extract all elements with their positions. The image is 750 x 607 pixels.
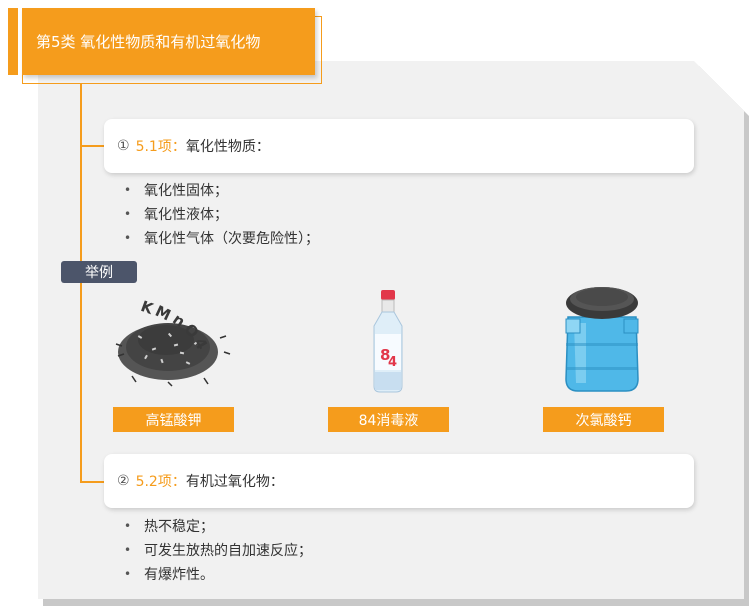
list-item: • 氧化性气体（次要危险性）； (124, 226, 319, 250)
page-title-text: 第5类 氧化性物质和有机过氧化物 (36, 33, 261, 51)
example-item-text: 84消毒液 (358, 412, 419, 429)
section-5-1-header: ① 5.1项： 氧化性物质： (104, 119, 694, 173)
example-tag-label: 举例 (85, 265, 113, 281)
list-item-text: 氧化性液体； (144, 207, 228, 223)
list-item: • 有爆炸性。 (124, 562, 312, 586)
list-item-text: 氧化性气体（次要危险性）； (144, 231, 319, 247)
section-5-1-bullets: • 氧化性固体； • 氧化性液体； • 氧化性气体（次要危险性）； (124, 178, 319, 250)
example-item-label: 高锰酸钾 (113, 407, 234, 432)
section-code: 5.2项： (135, 474, 186, 490)
svg-text:M: M (152, 302, 173, 325)
example-item-text: 次氯酸钙 (575, 412, 632, 429)
calcium-hypochlorite-drum-icon (565, 287, 639, 392)
timeline-connector-2 (80, 481, 104, 483)
section-name: 氧化性物质： (185, 139, 270, 155)
timeline-connector-1 (80, 145, 104, 147)
list-item: • 氧化性固体； (124, 178, 319, 202)
page-title: 第5类 氧化性物质和有机过氧化物 (22, 8, 315, 75)
section-5-2-bullets: • 热不稳定； • 可发生放热的自加速反应； • 有爆炸性。 (124, 514, 312, 586)
section-name: 有机过氧化物： (185, 474, 284, 490)
list-item: • 可发生放热的自加速反应； (124, 538, 312, 562)
list-item: • 氧化性液体； (124, 202, 319, 226)
section-number: ② (117, 473, 130, 489)
list-item-text: 氧化性固体； (144, 183, 228, 199)
potassium-permanganate-pile-icon: K M n O 4 (115, 297, 231, 387)
list-item-text: 有爆炸性。 (144, 567, 214, 583)
timeline-line (80, 84, 82, 482)
svg-text:4: 4 (388, 355, 397, 370)
list-item-text: 热不稳定； (144, 519, 214, 535)
list-item-text: 可发生放热的自加速反应； (144, 543, 312, 559)
disinfectant-bottle-icon: 8 4 (373, 290, 403, 393)
title-accent-bar (8, 8, 18, 75)
example-item-label: 84消毒液 (328, 407, 449, 432)
section-5-2-header: ② 5.2项： 有机过氧化物： (104, 454, 694, 508)
section-number: ① (117, 138, 130, 154)
example-item-text: 高锰酸钾 (145, 412, 202, 429)
section-code: 5.1项： (135, 139, 186, 155)
example-tag: 举例 (61, 261, 137, 283)
example-item-label: 次氯酸钙 (543, 407, 664, 432)
list-item: • 热不稳定； (124, 514, 312, 538)
